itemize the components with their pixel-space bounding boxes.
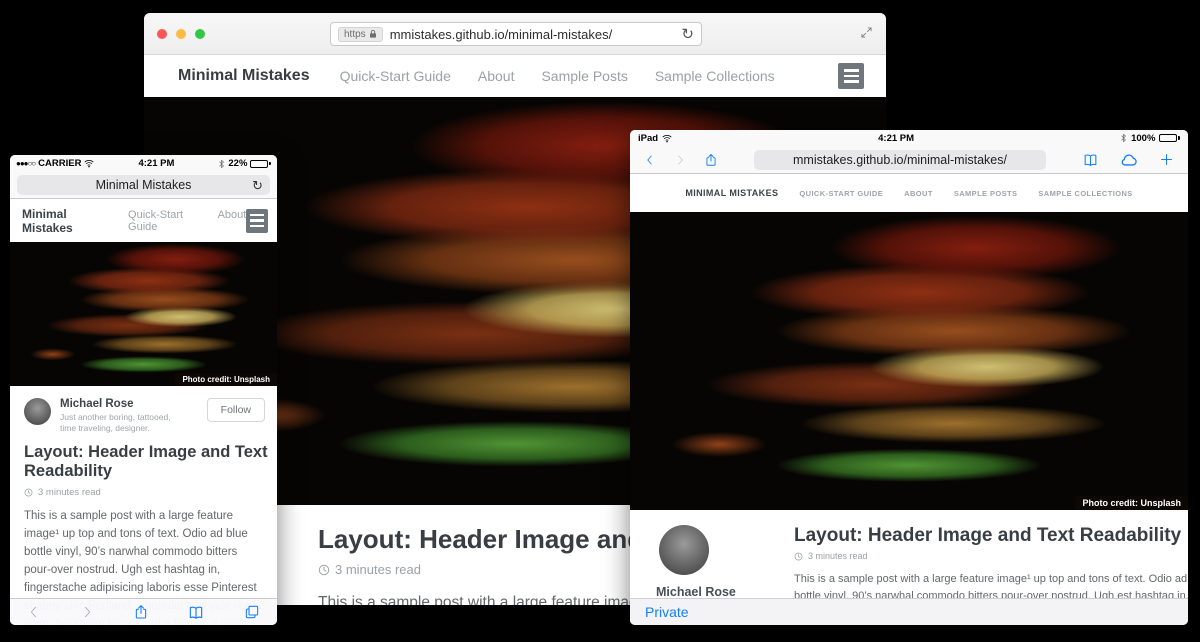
signal-strength-icon: ●●●○○ — [16, 159, 35, 168]
responsive-showcase-canvas: https mmistakes.github.io/minimal-mistak… — [0, 0, 1200, 642]
avatar — [24, 398, 51, 425]
author-name: Michael Rose — [656, 585, 768, 599]
nav-link-sample-posts[interactable]: SAMPLE POSTS — [954, 189, 1018, 198]
author-bio: Just another boring, tattooed, time trav… — [60, 412, 185, 435]
desktop-browser-chrome: https mmistakes.github.io/minimal-mistak… — [144, 13, 886, 55]
clock-icon — [318, 564, 330, 576]
nav-link-about[interactable]: About — [218, 209, 247, 233]
read-time: 3 minutes read — [808, 551, 868, 561]
tabs-icon[interactable] — [244, 604, 260, 620]
reload-button[interactable]: ↻ — [252, 179, 263, 192]
wifi-icon — [662, 134, 672, 143]
minimize-window-button[interactable] — [176, 29, 186, 39]
bluetooth-icon — [1120, 133, 1127, 143]
read-time: 3 minutes read — [38, 487, 101, 498]
post-title: Layout: Header Image and Text Readabilit… — [794, 525, 1188, 547]
reload-button[interactable]: ↻ — [681, 27, 694, 42]
battery-percent: 22% — [228, 158, 247, 169]
nav-link-sample-collections[interactable]: SAMPLE COLLECTIONS — [1038, 189, 1132, 198]
wifi-icon — [84, 159, 94, 168]
address-bar[interactable]: https mmistakes.github.io/minimal-mistak… — [330, 22, 702, 46]
zoom-window-button[interactable] — [195, 29, 205, 39]
clock-icon — [794, 552, 803, 561]
lock-icon — [369, 29, 377, 39]
safari-bottom-toolbar — [10, 598, 277, 625]
battery-icon — [1159, 134, 1180, 142]
follow-button[interactable]: Follow — [207, 398, 265, 422]
bluetooth-icon — [218, 159, 225, 169]
iphone-screen: ●●●○○ CARRIER 4:21 PM 22% Minimal Mistak… — [10, 155, 277, 625]
photo-credit: Photo credit: Unsplash — [175, 373, 277, 386]
battery-icon — [250, 160, 271, 168]
fullscreen-icon[interactable] — [860, 26, 873, 39]
nav-link-sample-collections[interactable]: Sample Collections — [655, 68, 775, 84]
header-leaf-image: Photo credit: Unsplash — [10, 242, 277, 386]
https-badge: https — [338, 27, 383, 42]
author-name: Michael Rose — [60, 398, 185, 410]
menu-toggle-button[interactable] — [838, 63, 864, 89]
battery-percent: 100% — [1131, 133, 1155, 144]
photo-credit: Photo credit: Unsplash — [1075, 496, 1188, 510]
address-field[interactable]: mmistakes.github.io/minimal-mistakes/ — [754, 150, 1046, 170]
desktop-site-nav: Minimal Mistakes Quick-Start Guide About… — [144, 55, 886, 97]
nav-link-about[interactable]: About — [478, 68, 515, 84]
nav-link-quick-start[interactable]: QUICK-START GUIDE — [799, 189, 883, 198]
site-title-link[interactable]: MINIMAL MISTAKES — [685, 188, 778, 198]
forward-icon[interactable] — [80, 604, 94, 620]
device-label: iPad — [638, 133, 658, 144]
nav-link-quick-start[interactable]: Quick-Start Guide — [340, 68, 451, 84]
forward-icon[interactable] — [674, 153, 686, 167]
bookmarks-icon[interactable] — [187, 604, 205, 621]
back-icon[interactable] — [644, 153, 656, 167]
private-browsing-bar: Private — [630, 598, 1188, 625]
clock-time: 4:21 PM — [676, 133, 1116, 144]
menu-toggle-button[interactable] — [246, 209, 268, 233]
address-field[interactable]: Minimal Mistakes ↻ — [17, 175, 270, 195]
url-text: mmistakes.github.io/minimal-mistakes/ — [793, 153, 1007, 167]
post-title: Layout: Header Image and Text Readabilit… — [24, 443, 268, 482]
safari-toolbar: mmistakes.github.io/minimal-mistakes/ — [630, 146, 1188, 174]
bookmarks-icon[interactable] — [1082, 152, 1099, 168]
nav-link-sample-posts[interactable]: Sample Posts — [541, 68, 627, 84]
ipad-status-bar: iPad 4:21 PM 100% — [630, 130, 1188, 146]
read-time: 3 minutes read — [335, 562, 421, 577]
avatar — [659, 525, 709, 575]
nav-link-quick-start[interactable]: Quick-Start Guide — [128, 209, 203, 233]
share-icon[interactable] — [133, 603, 149, 621]
icloud-tabs-icon[interactable] — [1119, 152, 1139, 167]
ipad-site-nav: MINIMAL MISTAKES QUICK-START GUIDE ABOUT… — [630, 174, 1188, 212]
header-leaf-image: Photo credit: Unsplash — [630, 212, 1188, 510]
iphone-status-bar: ●●●○○ CARRIER 4:21 PM 22% — [10, 155, 277, 172]
ipad-screen: iPad 4:21 PM 100% mmistakes.github.io/mi… — [630, 130, 1188, 625]
carrier-label: CARRIER — [38, 158, 81, 169]
site-title-link[interactable]: Minimal Mistakes — [178, 67, 310, 85]
https-label: https — [344, 29, 366, 40]
clock-icon — [24, 488, 33, 497]
clock-time: 4:21 PM — [97, 158, 215, 169]
iphone-site-nav: Minimal Mistakes Quick-Start Guide About — [10, 199, 277, 242]
new-tab-icon[interactable] — [1159, 152, 1174, 167]
window-controls — [157, 29, 205, 39]
page-title: Minimal Mistakes — [96, 178, 192, 192]
close-window-button[interactable] — [157, 29, 167, 39]
site-title-link[interactable]: Minimal Mistakes — [22, 207, 111, 235]
url-text: mmistakes.github.io/minimal-mistakes/ — [390, 27, 613, 42]
share-icon[interactable] — [704, 152, 718, 168]
author-block: Michael Rose Just another boring, tattoo… — [10, 386, 277, 439]
back-icon[interactable] — [27, 604, 41, 620]
nav-link-about[interactable]: ABOUT — [904, 189, 933, 198]
iphone-url-bar: Minimal Mistakes ↻ — [10, 172, 277, 199]
private-button[interactable]: Private — [645, 604, 689, 620]
